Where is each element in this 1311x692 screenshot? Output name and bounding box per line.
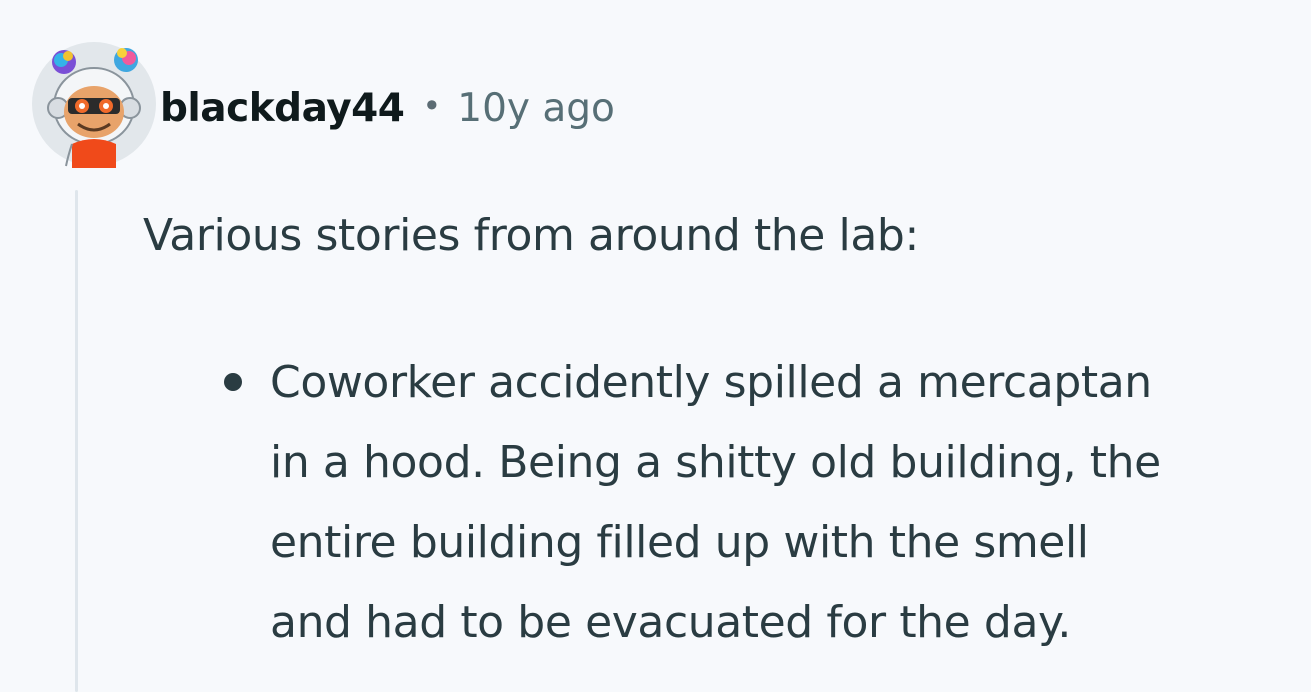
bullet-line: and had to be evacuated for the day. — [270, 597, 1071, 648]
comment-timestamp[interactable]: 10y ago — [457, 86, 615, 131]
bullet-line: in a hood. Being a shitty old building, … — [270, 437, 1161, 488]
username-link[interactable]: blackday44 — [160, 86, 405, 131]
comment-meta: blackday44 • 10y ago — [160, 78, 615, 138]
user-avatar[interactable] — [28, 40, 160, 168]
snoo-avatar-icon — [32, 42, 156, 168]
comment-intro: Various stories from around the lab: — [143, 210, 919, 261]
list-item: Coworker accidently spilled a mercaptan … — [224, 343, 1311, 663]
bullet-line: entire building filled up with the smell — [270, 517, 1089, 568]
comment: blackday44 • 10y ago Various stories fro… — [0, 0, 1311, 692]
meta-separator: • — [422, 87, 442, 125]
bullet-icon — [224, 373, 242, 391]
thread-line[interactable] — [75, 190, 78, 692]
bullet-line: Coworker accidently spilled a mercaptan — [270, 357, 1152, 408]
comment-bullet-list: Coworker accidently spilled a mercaptan … — [224, 343, 1311, 663]
